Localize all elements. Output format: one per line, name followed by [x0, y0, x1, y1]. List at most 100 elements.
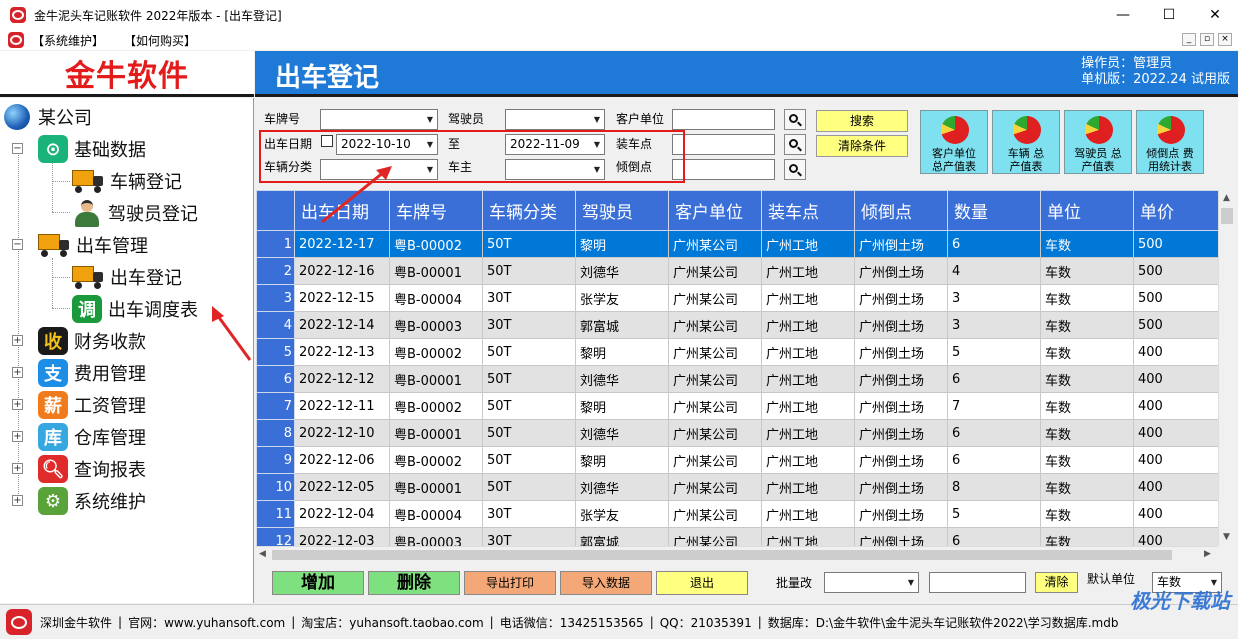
- scroll-right-icon[interactable]: ▶: [1204, 549, 1211, 559]
- tree-root[interactable]: 某公司: [4, 102, 92, 132]
- tree-item-dispatch-registration[interactable]: 出车登记: [72, 262, 182, 292]
- customer-search-button[interactable]: [784, 109, 806, 130]
- tree-item-dispatch-schedule[interactable]: 调 出车调度表: [72, 294, 198, 324]
- row-number[interactable]: 1: [256, 230, 295, 258]
- mdi-close-button[interactable]: ×: [1218, 33, 1232, 46]
- batch-field-select[interactable]: ▼: [824, 572, 919, 593]
- expander-system[interactable]: +: [12, 495, 23, 506]
- driver-select[interactable]: ▼: [505, 109, 605, 130]
- scroll-thumb[interactable]: [1221, 208, 1233, 224]
- table-row[interactable]: 6 2022-12-12 粤B-00001 50T 刘德华 广州某公司 广州工地 广州倒土场 6…: [256, 365, 1218, 393]
- column-header[interactable]: 装车点: [761, 190, 855, 231]
- tree-item-base-data[interactable]: ⊙ 基础数据: [38, 134, 146, 164]
- table-row[interactable]: 4 2022-12-14 粤B-00003 30T 郭富城 广州某公司 广州工地 广州倒土场 3…: [256, 311, 1218, 339]
- batch-value-input[interactable]: [929, 572, 1026, 593]
- tree-item-driver-registration[interactable]: 驾驶员登记: [72, 198, 198, 228]
- scroll-left-icon[interactable]: ◀: [259, 549, 266, 559]
- expander-warehouse[interactable]: +: [12, 431, 23, 442]
- customer-input[interactable]: [672, 109, 775, 130]
- table-row[interactable]: 5 2022-12-13 粤B-00002 50T 黎明 广州某公司 广州工地 广州倒土场 5 车…: [256, 338, 1218, 366]
- maximize-button[interactable]: ☐: [1146, 0, 1192, 30]
- expander-salary[interactable]: +: [12, 399, 23, 410]
- table-row[interactable]: 1 2022-12-17 粤B-00002 50T 黎明 广州某公司 广州工地 广州倒土场 6 车…: [256, 230, 1218, 258]
- tree-item-expense[interactable]: 支 费用管理: [38, 358, 146, 388]
- expander-expense[interactable]: +: [12, 367, 23, 378]
- row-number[interactable]: 5: [256, 338, 295, 366]
- row-number[interactable]: 11: [256, 500, 295, 528]
- table-row[interactable]: 8 2022-12-10 粤B-00001 50T 刘德华 广州某公司 广州工地 广州倒土场 6…: [256, 419, 1218, 447]
- tree-item-system[interactable]: ⚙ 系统维护: [38, 486, 146, 516]
- expander-dispatch-management[interactable]: −: [12, 239, 23, 250]
- customer-output-report-button[interactable]: 客户单位 总产值表: [920, 110, 988, 174]
- load-point-input[interactable]: [672, 134, 775, 155]
- menu-system-maintenance[interactable]: 【系统维护】: [32, 32, 104, 49]
- scroll-down-icon[interactable]: ▼: [1223, 532, 1230, 542]
- column-header[interactable]: 出车日期: [294, 190, 390, 231]
- table-cell: 广州某公司: [668, 392, 762, 420]
- table-cell: 400: [1133, 500, 1218, 528]
- driver-output-report-button[interactable]: 驾驶员 总产值表: [1064, 110, 1132, 174]
- column-header[interactable]: 车牌号: [389, 190, 483, 231]
- row-number[interactable]: 7: [256, 392, 295, 420]
- column-header[interactable]: 数量: [947, 190, 1041, 231]
- batch-clear-button[interactable]: 清除: [1035, 572, 1078, 593]
- add-button[interactable]: 增加: [272, 571, 364, 595]
- column-header[interactable]: 驾驶员: [575, 190, 669, 231]
- column-header[interactable]: 倾倒点: [854, 190, 948, 231]
- row-number[interactable]: 2: [256, 257, 295, 285]
- close-button[interactable]: ✕: [1192, 0, 1238, 30]
- tree-item-salary[interactable]: 薪 工资管理: [38, 390, 146, 420]
- delete-button[interactable]: 删除: [368, 571, 460, 595]
- column-header[interactable]: 单价: [1133, 190, 1218, 231]
- import-data-button[interactable]: 导入数据: [560, 571, 652, 595]
- row-number[interactable]: 6: [256, 365, 295, 393]
- dispatch-grid[interactable]: 出车日期 车牌号 车辆分类 驾驶员 客户单位 装车点 倾倒点 数量 单位 单价 1 2022-12-…: [256, 190, 1218, 546]
- table-cell: 8: [947, 473, 1041, 501]
- dump-point-input[interactable]: [672, 159, 775, 180]
- horizontal-scrollbar[interactable]: ◀ ▶: [256, 546, 1218, 562]
- tree-item-warehouse[interactable]: 库 仓库管理: [38, 422, 146, 452]
- dump-point-search-button[interactable]: [784, 159, 806, 180]
- mdi-minimize-button[interactable]: _: [1182, 33, 1196, 46]
- table-row[interactable]: 3 2022-12-15 粤B-00004 30T 张学友 广州某公司 广州工地 广州倒土场 3…: [256, 284, 1218, 312]
- minimize-button[interactable]: —: [1100, 0, 1146, 30]
- search-button[interactable]: 搜索: [816, 110, 908, 132]
- row-number[interactable]: 12: [256, 527, 295, 546]
- menu-how-to-buy[interactable]: 【如何购买】: [124, 32, 196, 49]
- table-row[interactable]: 11 2022-12-04 粤B-00004 30T 张学友 广州某公司 广州工地 广州倒土场…: [256, 500, 1218, 528]
- row-number[interactable]: 4: [256, 311, 295, 339]
- column-header[interactable]: 客户单位: [668, 190, 762, 231]
- table-cell: 车数: [1040, 446, 1134, 474]
- scroll-up-icon[interactable]: ▲: [1223, 193, 1230, 203]
- expander-base-data[interactable]: −: [12, 143, 23, 154]
- row-number-header[interactable]: [256, 190, 295, 231]
- row-number[interactable]: 9: [256, 446, 295, 474]
- tree-item-label: 财务收款: [74, 332, 146, 353]
- table-row[interactable]: 9 2022-12-06 粤B-00002 50T 黎明 广州某公司 广州工地 广州倒土场 6 车…: [256, 446, 1218, 474]
- table-row[interactable]: 12 2022-12-03 粤B-00003 30T 郭富城 广州某公司 广州工地 广州倒土场…: [256, 527, 1218, 546]
- tree-item-reports[interactable]: 🔍︎ 查询报表: [38, 454, 146, 484]
- table-row[interactable]: 2 2022-12-16 粤B-00001 50T 刘德华 广州某公司 广州工地 广州倒土场 4…: [256, 257, 1218, 285]
- load-point-search-button[interactable]: [784, 134, 806, 155]
- clear-conditions-button[interactable]: 清除条件: [816, 135, 908, 157]
- scroll-thumb[interactable]: [272, 550, 1172, 560]
- row-number[interactable]: 8: [256, 419, 295, 447]
- mdi-restore-button[interactable]: ▫: [1200, 33, 1214, 46]
- tree-item-finance[interactable]: 收 财务收款: [38, 326, 146, 356]
- tree-item-dispatch-management[interactable]: 出车管理: [38, 230, 148, 260]
- exit-button[interactable]: 退出: [656, 571, 748, 595]
- export-print-button[interactable]: 导出打印: [464, 571, 556, 595]
- dump-point-cost-report-button[interactable]: 倾倒点 费用统计表: [1136, 110, 1204, 174]
- tree-item-vehicle-registration[interactable]: 车辆登记: [72, 166, 182, 196]
- row-number[interactable]: 10: [256, 473, 295, 501]
- vertical-scrollbar[interactable]: ▲ ▼: [1218, 190, 1235, 546]
- expander-finance[interactable]: +: [12, 335, 23, 346]
- vehicle-output-report-button[interactable]: 车辆 总产值表: [992, 110, 1060, 174]
- row-number[interactable]: 3: [256, 284, 295, 312]
- table-row[interactable]: 7 2022-12-11 粤B-00002 50T 黎明 广州某公司 广州工地 广州倒土场 7 车…: [256, 392, 1218, 420]
- column-header[interactable]: 车辆分类: [482, 190, 576, 231]
- table-row[interactable]: 10 2022-12-05 粤B-00001 50T 刘德华 广州某公司 广州工地 广州倒土场…: [256, 473, 1218, 501]
- plate-select[interactable]: ▼: [320, 109, 438, 130]
- expander-reports[interactable]: +: [12, 463, 23, 474]
- column-header[interactable]: 单位: [1040, 190, 1134, 231]
